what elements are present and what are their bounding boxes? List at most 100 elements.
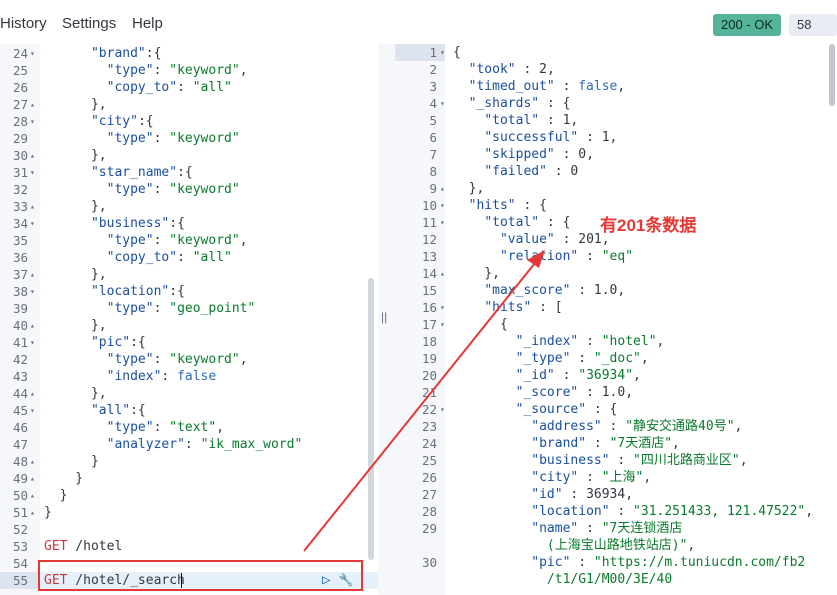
code-line: 9 ▴ }, bbox=[395, 180, 837, 197]
code-token: "_index" bbox=[515, 334, 579, 349]
fold-close-icon[interactable]: ▴ bbox=[440, 180, 445, 197]
fold-open-icon[interactable]: ▾ bbox=[30, 402, 35, 419]
fold-open-icon[interactable]: ▾ bbox=[30, 113, 35, 130]
line-number: 8 bbox=[429, 164, 437, 179]
code-token: "type" bbox=[106, 233, 154, 248]
fold-open-icon[interactable]: ▾ bbox=[30, 283, 35, 300]
code-token: : bbox=[570, 283, 594, 298]
code-token: "_id" bbox=[515, 368, 555, 383]
code-line: 5 "total" : 1, bbox=[395, 112, 837, 129]
fold-close-icon[interactable]: ▴ bbox=[30, 385, 35, 402]
fold-open-icon[interactable]: ▾ bbox=[30, 215, 35, 232]
line-number: 30 bbox=[12, 148, 28, 163]
code-token: : bbox=[570, 555, 594, 570]
code-line: 17 ▾ { bbox=[395, 316, 837, 333]
code-token: "_type" bbox=[515, 351, 571, 366]
fold-open-icon[interactable]: ▾ bbox=[440, 95, 445, 112]
code-text: }, bbox=[44, 317, 107, 334]
code-token: "36934" bbox=[578, 368, 634, 383]
history-menu[interactable]: History bbox=[0, 15, 47, 32]
run-request-icon[interactable]: ▷ bbox=[322, 572, 330, 588]
code-text: }, bbox=[453, 265, 500, 282]
code-line: 35 "type": "keyword", bbox=[0, 232, 378, 249]
fold-close-icon[interactable]: ▴ bbox=[30, 198, 35, 215]
fold-open-icon[interactable]: ▾ bbox=[440, 214, 445, 231]
fold-open-icon[interactable]: ▾ bbox=[440, 44, 445, 61]
code-token: : bbox=[578, 470, 602, 485]
code-line: 28 ▾ "city":{ bbox=[0, 113, 378, 130]
code-line: 45 ▾ "all":{ bbox=[0, 402, 378, 419]
wrench-icon[interactable]: 🔧 bbox=[339, 573, 354, 587]
fold-close-icon[interactable]: ▴ bbox=[30, 266, 35, 283]
code-text: "value" : 201, bbox=[453, 231, 610, 248]
request-editor[interactable]: 24 ▾ "brand":{25 "type": "keyword", 26 "co… bbox=[0, 44, 378, 595]
fold-open-icon[interactable]: ▾ bbox=[440, 401, 445, 418]
code-token: : bbox=[515, 62, 540, 77]
code-text: GET /hotel bbox=[44, 538, 122, 555]
code-token: : bbox=[161, 369, 178, 384]
highlighted-request-box bbox=[38, 560, 363, 591]
fold-open-icon[interactable]: ▾ bbox=[30, 334, 35, 351]
code-text: "brand":{ bbox=[44, 45, 161, 62]
code-token: "geo_point" bbox=[169, 301, 256, 316]
fold-close-icon[interactable]: ▴ bbox=[30, 453, 35, 470]
code-line: 29 "name" : "7天连锁酒店 bbox=[395, 520, 837, 537]
code-line: 42 "type": "keyword", bbox=[0, 351, 378, 368]
code-token: , bbox=[570, 113, 579, 128]
code-line: 53 GET /hotel bbox=[0, 538, 378, 555]
code-token: "index" bbox=[106, 369, 162, 384]
response-viewer[interactable]: 1 ▾{2 "took" : 2, 3 "timed_out" : false, 4 ▾… bbox=[395, 44, 837, 595]
code-line: /t1/G1/M00/3E/40 bbox=[395, 571, 837, 588]
help-menu[interactable]: Help bbox=[132, 15, 163, 32]
code-token: : bbox=[153, 352, 170, 367]
code-text: (上海宝山路地铁站店)", bbox=[453, 537, 695, 554]
line-number: 21 bbox=[421, 385, 437, 400]
line-number: 42 bbox=[12, 352, 28, 367]
code-line: 16 ▾ "hits" : [ bbox=[395, 299, 837, 316]
fold-close-icon[interactable]: ▴ bbox=[440, 265, 445, 282]
fold-close-icon[interactable]: ▴ bbox=[30, 317, 35, 334]
fold-open-icon[interactable]: ▾ bbox=[440, 299, 445, 316]
code-text: "took" : 2, bbox=[453, 61, 555, 78]
code-text: /t1/G1/M00/3E/40 bbox=[453, 571, 672, 588]
line-number: 28 bbox=[12, 114, 28, 129]
code-token: , bbox=[672, 436, 680, 451]
code-token: , bbox=[633, 368, 641, 383]
fold-close-icon[interactable]: ▴ bbox=[30, 470, 35, 487]
code-token: : { bbox=[539, 96, 571, 111]
fold-close-icon[interactable]: ▴ bbox=[30, 147, 35, 164]
fold-open-icon[interactable]: ▾ bbox=[440, 197, 445, 214]
settings-menu[interactable]: Settings bbox=[62, 15, 116, 32]
code-line: 36 "copy_to": "all" bbox=[0, 249, 378, 266]
resizer-grip-icon[interactable]: || bbox=[381, 310, 387, 324]
code-token: "brand" bbox=[531, 436, 587, 451]
code-text: { bbox=[453, 316, 508, 333]
code-token: , bbox=[805, 504, 814, 519]
fold-open-icon[interactable]: ▾ bbox=[440, 316, 445, 333]
request-editor-scrollbar[interactable] bbox=[368, 278, 374, 560]
code-text: "pic" : "https://m.tuniucdn.com/fb2 bbox=[453, 554, 805, 571]
code-line: 30 "pic" : "https://m.tuniucdn.com/fb2 bbox=[395, 554, 837, 571]
code-token: "_shards" bbox=[468, 96, 540, 111]
fold-open-icon[interactable]: ▾ bbox=[30, 45, 35, 62]
fold-close-icon[interactable]: ▴ bbox=[30, 504, 35, 521]
code-token: , bbox=[617, 79, 626, 94]
line-number: 41 bbox=[12, 335, 28, 350]
fold-close-icon[interactable]: ▴ bbox=[30, 487, 35, 504]
code-line: 26 "city" : "上海", bbox=[395, 469, 837, 486]
code-token: :{ bbox=[137, 114, 154, 129]
code-token: "text" bbox=[169, 420, 217, 435]
response-viewer-scrollbar[interactable] bbox=[829, 44, 835, 106]
code-text: } bbox=[44, 504, 52, 521]
fold-close-icon[interactable]: ▴ bbox=[30, 96, 35, 113]
fold-open-icon[interactable]: ▾ bbox=[30, 164, 35, 181]
code-line: 25 "business" : "四川北路商业区", bbox=[395, 452, 837, 469]
